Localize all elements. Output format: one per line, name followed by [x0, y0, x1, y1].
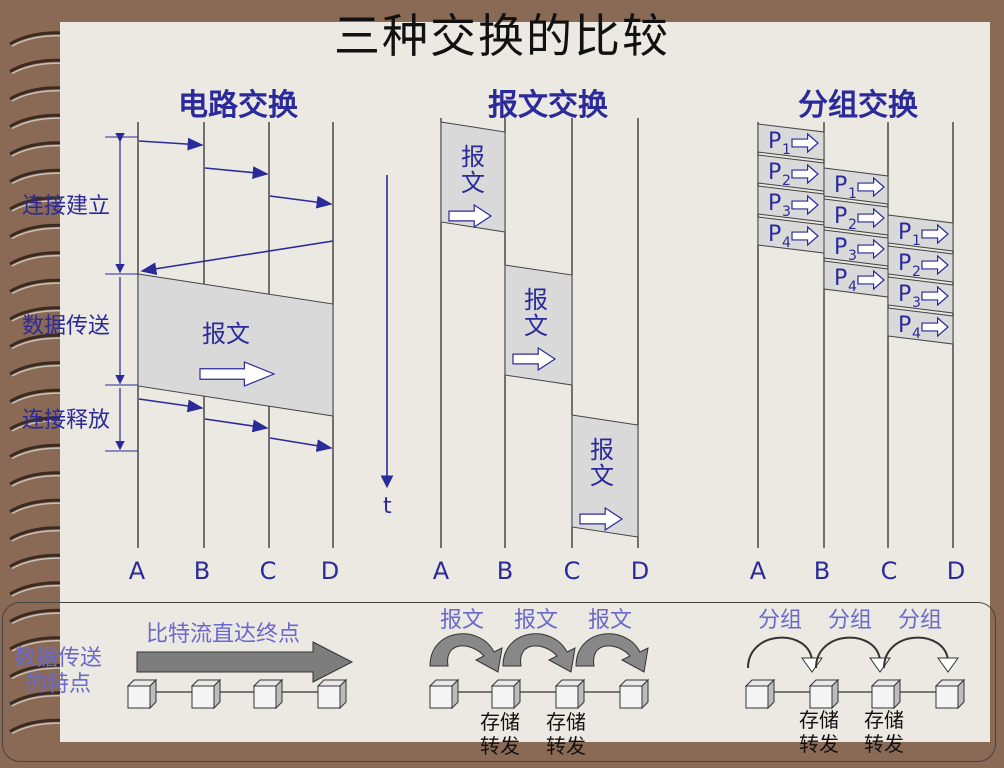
packet-label-sub: 4 [782, 235, 791, 251]
packet-label: P [898, 220, 911, 245]
feature-label: 数据传送 的特点 [14, 646, 103, 697]
packet-label-sub: 3 [782, 204, 791, 220]
packet-label: P [768, 191, 781, 216]
message-node-a: A [432, 557, 450, 585]
phase-connection-release: 连接释放 [22, 408, 111, 433]
message-hop-label-1: 报文 [440, 608, 485, 633]
packet-label: P [898, 282, 911, 307]
packet-label-sub: 4 [912, 326, 921, 342]
packet-hop-label-1: 分组 [758, 608, 803, 633]
packet-node-c: C [880, 557, 898, 585]
circuit-switching-title: 电路交换 [178, 88, 298, 123]
message-switching-title: 报文交换 [488, 88, 608, 123]
packet-label: P [898, 313, 911, 338]
message-node-c: C [563, 557, 581, 585]
setup-arrow [269, 195, 333, 209]
circuit-node-b: B [193, 557, 211, 585]
circuit-node-d: D [320, 557, 340, 585]
packet-store-forward-2: 存储 转发 [864, 708, 904, 756]
packet-label-sub: 2 [848, 217, 857, 233]
page-title: 三种交换的比较 [334, 9, 670, 63]
circuit-feature-desc: 比特流直达终点 [146, 622, 301, 647]
packet-node-b: B [813, 557, 831, 585]
message-label-1: 报文 [461, 143, 485, 197]
packet-label-sub: 1 [782, 142, 791, 158]
time-axis-label: t [383, 494, 392, 519]
packet-hop-label-3: 分组 [898, 608, 943, 633]
packet-label-sub: 1 [848, 186, 857, 202]
packet-switching-title: 分组交换 [798, 88, 918, 123]
packet-label: P [834, 204, 847, 229]
packet-node-a: A [749, 557, 767, 585]
packet-label: P [768, 160, 781, 185]
release-arrow [138, 398, 204, 413]
packet-label-sub: 1 [912, 233, 921, 249]
packet-label: P [834, 173, 847, 198]
message-store-forward-2: 存储 转发 [546, 710, 586, 758]
setup-arrow [138, 137, 204, 151]
message-hop-label-2: 报文 [514, 608, 559, 633]
message-label-2: 报文 [524, 286, 548, 340]
packet-store-forward-1: 存储 转发 [799, 708, 839, 756]
packet-node-d: D [946, 557, 966, 585]
packet-label: P [898, 251, 911, 276]
message-store-forward-1: 存储 转发 [480, 710, 520, 758]
phase-data-transfer: 数据传送 [22, 314, 111, 339]
message-node-d: D [630, 557, 650, 585]
message-node-b: B [496, 557, 514, 585]
release-arrow [269, 437, 333, 452]
packet-hop-label-2: 分组 [828, 608, 873, 633]
packet-switching-diagram: P 1P 2P 3P 4P 1P 2P 3P 4P 1P 2P 3P 4 [757, 122, 954, 548]
message-hop-label-3: 报文 [588, 608, 633, 633]
setup-arrow [204, 166, 269, 179]
circuit-node-a: A [128, 557, 146, 585]
packet-label: P [834, 235, 847, 260]
phase-connection-setup: 连接建立 [22, 194, 111, 219]
packet-label: P [768, 222, 781, 247]
ack-arrow [140, 240, 334, 276]
packet-label-sub: 4 [848, 279, 857, 295]
packet-label-sub: 3 [912, 295, 921, 311]
message-label-3: 报文 [590, 436, 614, 490]
circuit-message-label: 报文 [202, 320, 250, 348]
slide: P1P2P3P4P1P2P3P4P1P2P3P4 三种交换的比较 电路交换 报文… [0, 0, 1004, 768]
packet-label: P [834, 266, 847, 291]
packet-label-sub: 3 [848, 248, 857, 264]
circuit-node-c: C [259, 557, 277, 585]
packet-label-sub: 2 [912, 264, 921, 280]
packet-label: P [768, 129, 781, 154]
packet-label-sub: 2 [782, 173, 791, 189]
release-arrow [204, 418, 269, 433]
